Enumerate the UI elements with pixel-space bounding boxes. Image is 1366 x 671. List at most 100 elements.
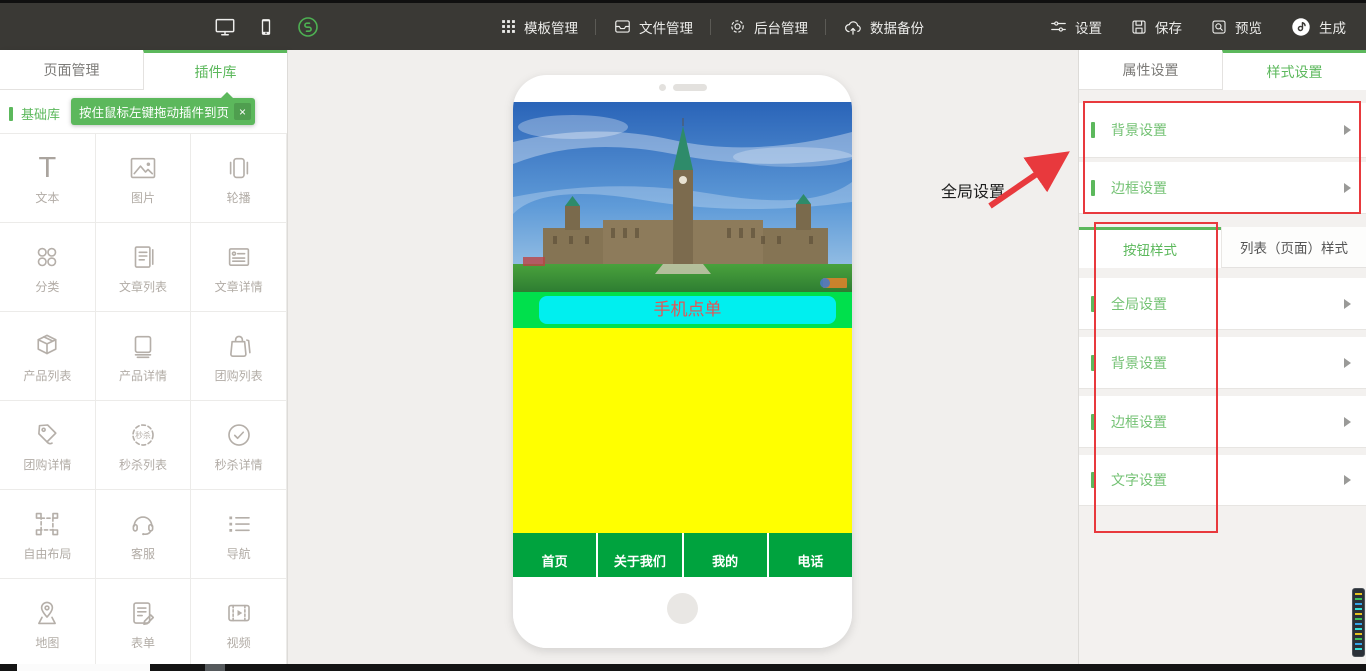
green-marker [1091,472,1095,488]
yellow-content-block[interactable] [513,328,852,533]
video-icon [224,596,254,630]
tab-attribute-settings[interactable]: 属性设置 [1079,50,1222,90]
phone-home-button [667,593,698,624]
chevron-right-icon [1344,358,1351,368]
horizontal-scrollbar[interactable] [0,664,1366,671]
seckill-list-icon: 秒杀 [128,418,158,452]
plugin-item-carousel[interactable]: 轮播 [191,134,287,223]
phone-camera-dot [659,84,666,91]
image-icon [128,151,158,185]
nav-item-about[interactable]: 关于我们 [596,533,681,577]
plugin-item-map[interactable]: 地图 [0,579,96,664]
tab-page-management[interactable]: 页面管理 [0,50,143,90]
nav-item-phone[interactable]: 电话 [767,533,852,577]
plugin-item-customer-service[interactable]: 客服 [96,490,192,579]
green-marker [1091,180,1095,196]
plugin-item-product-detail[interactable]: 产品详情 [96,312,192,401]
file-box-icon [613,17,632,36]
row-button-border-settings[interactable]: 边框设置 [1079,396,1366,448]
plugin-item-groupbuy-list[interactable]: 团购列表 [191,312,287,401]
nav-item-home[interactable]: 首页 [513,533,596,577]
nav-item-mine[interactable]: 我的 [682,533,767,577]
cloud-upload-icon [843,17,863,37]
plugin-item-category[interactable]: 分类 [0,223,96,312]
save-icon [1130,18,1148,36]
chevron-right-icon [1344,475,1351,485]
scrollbar-thumb[interactable] [17,664,150,671]
order-button[interactable]: 手机点单 [539,296,836,324]
chevron-right-icon [1344,417,1351,427]
tab-style-settings[interactable]: 样式设置 [1222,50,1366,90]
carousel-icon [224,151,254,185]
preview-button[interactable]: 预览 [1210,17,1262,37]
category-icon [32,240,62,274]
seckill-detail-icon [224,418,254,452]
drag-hint-tooltip: 按住鼠标左键拖动插件到页 × [71,98,255,125]
groupbuy-detail-icon [32,418,62,452]
plugin-grid: T 文本 图片 轮播 分类 文章列表 [0,133,287,664]
tab-button-style[interactable]: 按钮样式 [1079,227,1221,268]
phone-preview: 手机点单 首页 关于我们 我的 电话 [513,75,852,648]
plugin-item-article-list[interactable]: 文章列表 [96,223,192,312]
generate-icon [1290,16,1312,38]
green-marker [1091,296,1095,312]
side-widget-stripes [1355,593,1362,652]
tab-list-page-style[interactable]: 列表（页面）样式 [1221,227,1366,268]
mobile-view-icon[interactable] [256,16,276,38]
product-detail-icon [128,329,158,363]
menu-backend-management[interactable]: 后台管理 [728,17,808,37]
product-list-icon [32,329,62,363]
plugin-item-video[interactable]: 视频 [191,579,287,664]
headset-icon [128,507,158,541]
separator [595,19,596,35]
tab-plugin-library[interactable]: 插件库 [143,50,287,90]
plugin-item-free-layout[interactable]: 自由布局 [0,490,96,579]
row-background-settings[interactable]: 背景设置 [1079,103,1366,158]
plugin-item-seckill-list[interactable]: 秒杀 秒杀列表 [96,401,192,490]
annotation-arrow-icon [928,138,1088,218]
banner-image[interactable] [513,102,852,292]
plugin-item-image[interactable]: 图片 [96,134,192,223]
phone-speaker-bar [673,84,707,91]
plugin-item-navigation[interactable]: 导航 [191,490,287,579]
tooltip-close-icon[interactable]: × [234,103,251,120]
row-button-background-settings[interactable]: 背景设置 [1079,337,1366,389]
side-widget[interactable] [1352,588,1365,657]
row-button-text-settings[interactable]: 文字设置 [1079,455,1366,506]
plugin-item-form[interactable]: 表单 [96,579,192,664]
save-button[interactable]: 保存 [1130,17,1182,37]
chevron-right-icon [1344,183,1351,193]
editor-canvas: 手机点单 首页 关于我们 我的 电话 全局设置 [288,50,1078,664]
generate-button[interactable]: 生成 [1290,16,1346,38]
green-marker [9,107,13,121]
plugin-item-article-detail[interactable]: 文章详情 [191,223,287,312]
green-marker [1091,414,1095,430]
menu-template-management[interactable]: 模板管理 [500,17,578,37]
plugin-item-seckill-detail[interactable]: 秒杀详情 [191,401,287,490]
chevron-right-icon [1344,125,1351,135]
settings-panel: 属性设置 样式设置 背景设置 边框设置 按钮样式 列表（页面）样式 全局设置 背… [1078,50,1366,664]
sliders-icon [1049,17,1068,36]
menu-data-backup[interactable]: 数据备份 [843,17,924,37]
green-strip-block[interactable]: 手机点单 [513,292,852,328]
row-border-settings[interactable]: 边框设置 [1079,162,1366,214]
settings-button[interactable]: 设置 [1049,17,1102,37]
row-button-global-settings[interactable]: 全局设置 [1079,278,1366,330]
groupbuy-list-icon [224,329,254,363]
map-pin-icon [32,596,62,630]
free-layout-icon [32,507,62,541]
plugin-item-groupbuy-detail[interactable]: 团购详情 [0,401,96,490]
top-toolbar: 模板管理 文件管理 后台管理 [0,0,1366,50]
link-icon[interactable] [296,15,320,39]
nav-list-icon [224,507,254,541]
gear-icon [728,17,747,36]
separator [825,19,826,35]
menu-file-management[interactable]: 文件管理 [613,17,693,37]
plugin-item-text[interactable]: T 文本 [0,134,96,223]
grid-icon [500,18,517,35]
green-marker [1091,355,1095,371]
plugin-item-product-list[interactable]: 产品列表 [0,312,96,401]
desktop-view-icon[interactable] [214,16,236,38]
plugin-sidebar: 页面管理 插件库 基础库 按住鼠标左键拖动插件到页 × T 文本 图片 [0,50,288,664]
text-icon: T [38,151,56,185]
